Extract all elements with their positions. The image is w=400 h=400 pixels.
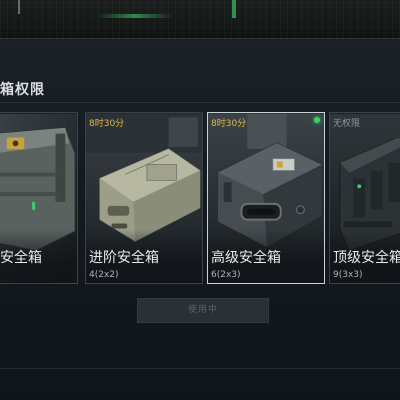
card-capacity: 9(3x3) (333, 270, 363, 280)
card-name: 顶级安全箱 (333, 250, 400, 266)
card-permission-status: 无权限 (333, 119, 361, 129)
in-use-button[interactable]: 使用中 (137, 298, 269, 323)
card-advanced-safe-box[interactable]: 8时30分 进阶安全箱 4(2x2) (85, 112, 203, 284)
top-header-strip (0, 0, 400, 38)
card-safe-box[interactable]: 安全箱 (0, 112, 78, 284)
card-name: 安全箱 (0, 250, 42, 266)
card-name: 进阶安全箱 (89, 250, 159, 266)
bottom-divider (0, 368, 400, 369)
active-status-indicator (314, 117, 320, 123)
game-screen: 箱权限 安全箱 8时30分 进阶安全箱 4(2x2) 8时30分 高级安全箱 6… (0, 0, 400, 400)
card-capacity: 4(2x2) (89, 270, 119, 280)
card-name: 高级安全箱 (211, 250, 281, 266)
card-capacity: 6(2x3) (211, 270, 241, 280)
header-accent-glow (96, 14, 174, 18)
header-accent-mark (18, 0, 20, 14)
card-top-safe-box[interactable]: 无权限 顶级安全箱 9(3x3) (329, 112, 400, 284)
card-timer: 8时30分 (211, 119, 247, 129)
header-accent-bar (232, 0, 236, 18)
card-timer: 8时30分 (89, 119, 125, 129)
section-title: 箱权限 (0, 82, 45, 98)
header-texture (0, 0, 400, 38)
section-divider (0, 102, 400, 103)
card-premium-safe-box[interactable]: 8时30分 高级安全箱 6(2x3) (207, 112, 325, 284)
